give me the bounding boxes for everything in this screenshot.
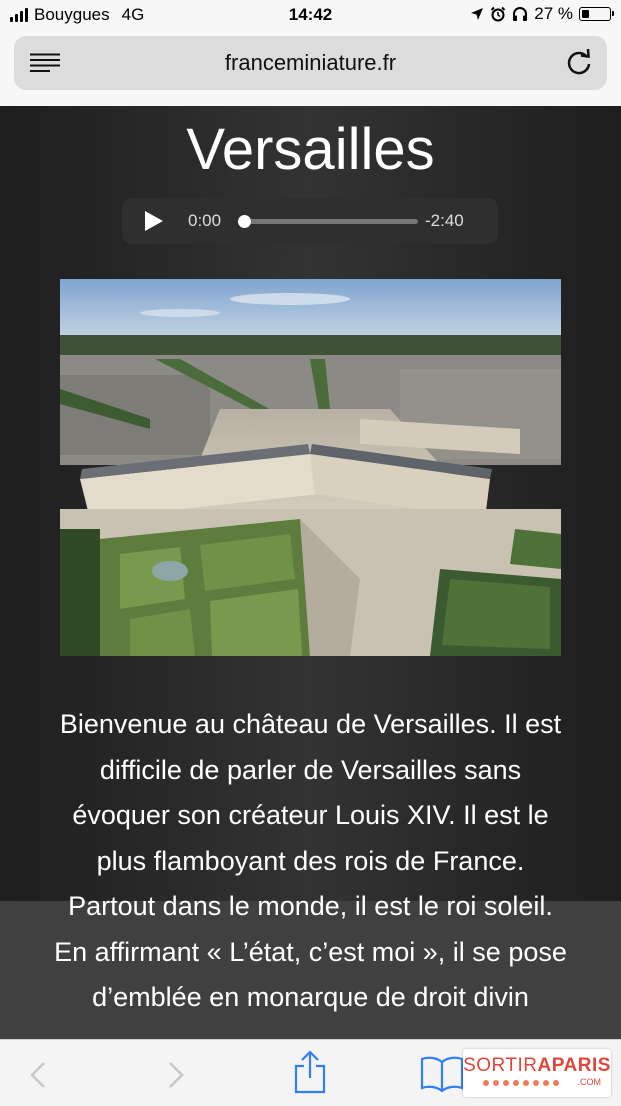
battery-fill bbox=[582, 10, 589, 18]
browser-top-bar: franceminiature.fr bbox=[0, 32, 621, 106]
watermark-dots bbox=[483, 1080, 559, 1086]
watermark-brand-light: SORTIR bbox=[463, 1055, 538, 1076]
play-icon[interactable] bbox=[144, 210, 164, 232]
alarm-icon bbox=[491, 6, 506, 22]
audio-remaining-time: -2:40 bbox=[425, 211, 464, 230]
browser-bottom-toolbar: SORTIRAPARIS .COM bbox=[0, 1039, 621, 1106]
watermark-brand-bold: APARIS bbox=[537, 1055, 611, 1076]
battery-percent: 27 % bbox=[534, 4, 573, 23]
watermark-brand: SORTIRAPARIS bbox=[463, 1055, 611, 1077]
reload-icon[interactable] bbox=[565, 49, 593, 77]
share-icon[interactable] bbox=[292, 1050, 328, 1094]
web-page: Versailles 0:00 -2:40 Bienvenue au châte… bbox=[0, 106, 621, 1039]
bookmarks-icon[interactable] bbox=[420, 1054, 464, 1092]
versailles-photo bbox=[60, 279, 561, 656]
watermark-suffix: .COM bbox=[577, 1077, 602, 1087]
address-bar[interactable]: franceminiature.fr bbox=[14, 36, 607, 90]
forward-icon[interactable] bbox=[164, 1060, 186, 1090]
sortiraparis-watermark: SORTIRAPARIS .COM bbox=[463, 1049, 611, 1097]
url-text[interactable]: franceminiature.fr bbox=[14, 50, 607, 76]
status-right: 27 % bbox=[470, 4, 614, 24]
audio-progress-knob[interactable] bbox=[238, 215, 251, 228]
audio-player[interactable]: 0:00 -2:40 bbox=[122, 198, 498, 244]
headphones-icon bbox=[513, 7, 528, 21]
audio-current-time: 0:00 bbox=[188, 211, 222, 230]
back-icon[interactable] bbox=[28, 1060, 50, 1090]
page-title: Versailles bbox=[186, 117, 435, 182]
audio-progress-track[interactable] bbox=[238, 215, 418, 228]
page-description: Bienvenue au château de Versailles. Il e… bbox=[54, 709, 567, 1012]
battery-icon bbox=[579, 7, 614, 21]
status-bar: Bouygues 4G 14:42 27 % bbox=[0, 0, 621, 32]
location-icon bbox=[471, 8, 484, 20]
